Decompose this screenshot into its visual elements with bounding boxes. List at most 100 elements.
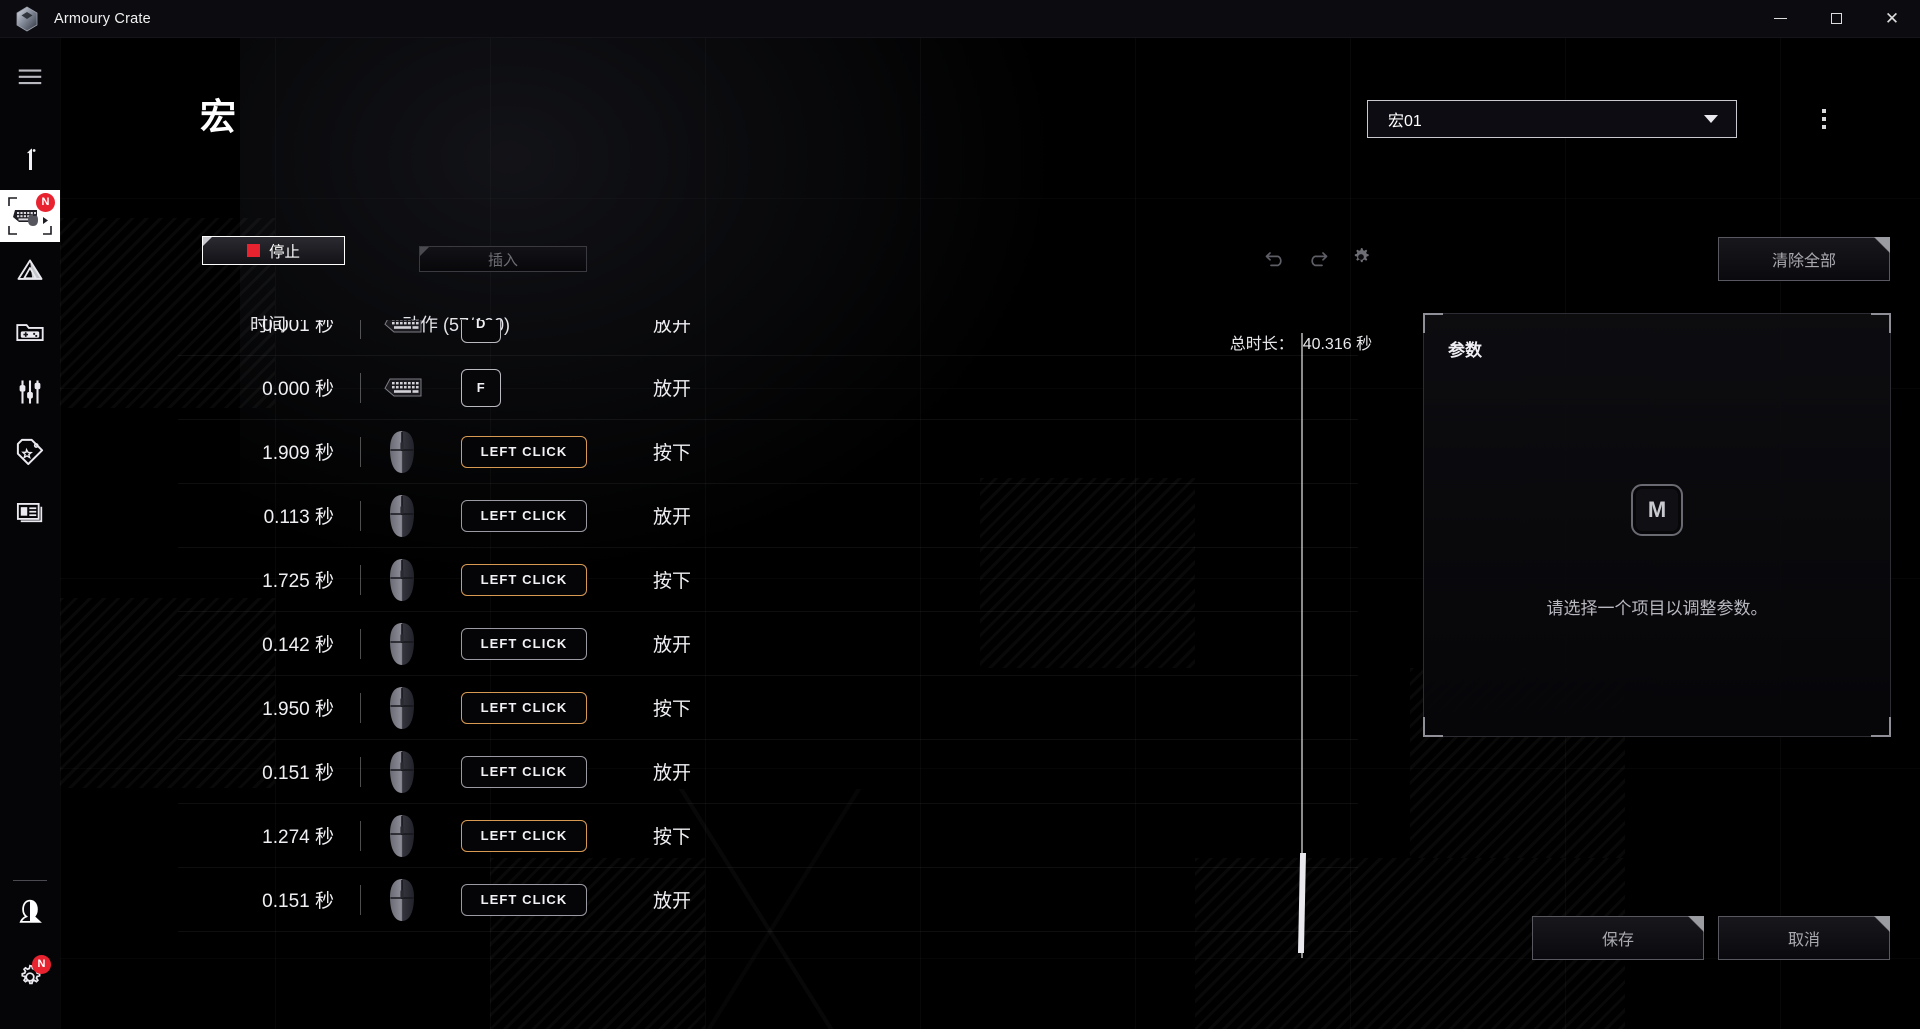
table-row[interactable]: 1.909 秒 LEFT CLICK 按下 bbox=[178, 420, 1358, 484]
close-button[interactable]: ✕ bbox=[1864, 0, 1920, 38]
table-row[interactable]: 0.113 秒 LEFT CLICK 放开 bbox=[178, 484, 1358, 548]
row-state: 按下 bbox=[653, 699, 692, 720]
corner-notch-decoration bbox=[1874, 916, 1890, 932]
hamburger-menu-button[interactable] bbox=[0, 46, 60, 108]
settings-icon-wrap: N bbox=[10, 955, 51, 997]
corner-notch-decoration bbox=[1874, 237, 1890, 253]
row-action-cell: LEFT CLICK bbox=[443, 691, 629, 724]
sidebar-item-settings[interactable]: N bbox=[0, 947, 60, 1007]
row-click-chip[interactable]: LEFT CLICK bbox=[461, 435, 587, 468]
sidebar-item-game-library[interactable] bbox=[0, 302, 60, 362]
row-click-chip[interactable]: LEFT CLICK bbox=[461, 883, 587, 916]
scrollbar-thumb[interactable] bbox=[1298, 853, 1306, 953]
macro-profile-kebab-button[interactable] bbox=[1807, 100, 1841, 138]
table-row[interactable]: 1.950 秒 LEFT CLICK 按下 bbox=[178, 676, 1358, 740]
keyboard-icon bbox=[384, 320, 422, 332]
minimize-button[interactable] bbox=[1752, 0, 1808, 38]
device-info-icon bbox=[26, 148, 36, 170]
row-time: 0.113 秒 bbox=[263, 507, 334, 528]
row-click-chip[interactable]: LEFT CLICK bbox=[461, 627, 587, 660]
row-state: 按下 bbox=[653, 827, 692, 848]
scenario-sliders-icon bbox=[19, 380, 41, 404]
row-state: 按下 bbox=[653, 443, 692, 464]
macro-settings-gear-icon bbox=[1354, 247, 1369, 263]
sidebar-item-deals[interactable] bbox=[0, 422, 60, 482]
row-time: 1.950 秒 bbox=[262, 699, 334, 720]
macro-table-rows: 0.001 秒 D 放开 0.000 秒 F 放开 1.909 秒 LEFT CLICK 按下 0… bbox=[178, 320, 1358, 932]
macro-profile-value: 宏01 bbox=[1388, 113, 1422, 130]
row-device-icon-cell bbox=[361, 375, 443, 401]
sidebar-item-keyboard-mouse[interactable]: N bbox=[0, 190, 60, 242]
row-click-chip[interactable]: LEFT CLICK bbox=[461, 691, 587, 724]
row-state: 放开 bbox=[653, 891, 692, 912]
mouse-icon bbox=[390, 558, 414, 601]
keyboard-icon bbox=[384, 378, 422, 396]
row-device-icon-cell bbox=[361, 320, 443, 337]
row-time: 0.151 秒 bbox=[262, 763, 334, 784]
row-keycap[interactable]: F bbox=[461, 368, 501, 407]
macro-settings-button[interactable] bbox=[1348, 244, 1374, 270]
mouse-icon bbox=[390, 494, 414, 537]
panel-corner-bracket bbox=[1871, 717, 1891, 737]
sidebar-item-news[interactable] bbox=[0, 482, 60, 542]
save-button[interactable]: 保存 bbox=[1532, 916, 1704, 960]
news-card-icon bbox=[16, 503, 43, 523]
mouse-icon bbox=[390, 430, 414, 473]
table-row[interactable]: 0.000 秒 F 放开 bbox=[178, 356, 1358, 420]
row-time: 1.909 秒 bbox=[262, 443, 334, 464]
save-label: 保存 bbox=[1601, 932, 1634, 949]
sidebar-bottom-group: N bbox=[0, 880, 60, 1007]
macro-list-scrollbar[interactable] bbox=[1298, 333, 1306, 958]
insert-button[interactable]: 插入 bbox=[419, 246, 587, 272]
sidebar-item-aura-sync[interactable] bbox=[0, 242, 60, 302]
row-action-cell: LEFT CLICK bbox=[443, 563, 629, 596]
undo-button[interactable] bbox=[1263, 246, 1289, 272]
panel-corner-bracket bbox=[1423, 313, 1443, 333]
stop-recording-button[interactable]: 停止 bbox=[202, 236, 345, 265]
row-device-icon-cell bbox=[361, 557, 443, 603]
cancel-button-surface: 取消 bbox=[1718, 916, 1890, 960]
row-action-cell: LEFT CLICK bbox=[443, 819, 629, 852]
table-row[interactable]: 0.151 秒 LEFT CLICK 放开 bbox=[178, 868, 1358, 932]
more-options-kebab-icon bbox=[1822, 109, 1826, 113]
row-click-chip[interactable]: LEFT CLICK bbox=[461, 499, 587, 532]
cancel-label: 取消 bbox=[1787, 932, 1820, 949]
row-device-icon-cell bbox=[361, 877, 443, 923]
sidebar-item-user-account[interactable] bbox=[0, 881, 60, 941]
redo-button[interactable] bbox=[1304, 246, 1330, 272]
table-row[interactable]: 0.151 秒 LEFT CLICK 放开 bbox=[178, 740, 1358, 804]
table-row[interactable]: 1.274 秒 LEFT CLICK 按下 bbox=[178, 804, 1358, 868]
corner-notch-decoration bbox=[1688, 916, 1704, 932]
table-row[interactable]: 1.725 秒 LEFT CLICK 按下 bbox=[178, 548, 1358, 612]
row-action-cell: LEFT CLICK bbox=[443, 499, 629, 532]
maximize-button[interactable] bbox=[1808, 0, 1864, 38]
stop-recording-label: 停止 bbox=[268, 243, 300, 261]
table-row[interactable]: 0.001 秒 D 放开 bbox=[178, 320, 1358, 356]
clear-all-button[interactable]: 清除全部 bbox=[1718, 237, 1890, 281]
table-row[interactable]: 0.142 秒 LEFT CLICK 放开 bbox=[178, 612, 1358, 676]
cancel-button[interactable]: 取消 bbox=[1718, 916, 1890, 960]
row-click-chip[interactable]: LEFT CLICK bbox=[461, 563, 587, 596]
parameter-panel-empty-state: M 请选择一个项目以调整参数。 bbox=[1424, 484, 1890, 619]
sidebar-item-device-info[interactable] bbox=[0, 130, 60, 190]
parameter-panel: 参数 M 请选择一个项目以调整参数。 bbox=[1423, 313, 1891, 737]
row-state: 按下 bbox=[653, 571, 692, 592]
row-action-cell: LEFT CLICK bbox=[443, 755, 629, 788]
macro-table-scroll-viewport[interactable]: 0.001 秒 D 放开 0.000 秒 F 放开 1.909 秒 LEFT CLICK 按下 0… bbox=[178, 320, 1358, 947]
macro-profile-select[interactable]: 宏01 bbox=[1367, 100, 1737, 138]
clear-all-button-surface: 清除全部 bbox=[1718, 237, 1890, 281]
window-controls: ✕ bbox=[1752, 0, 1920, 38]
row-keycap[interactable]: D bbox=[461, 320, 501, 343]
mouse-icon bbox=[390, 814, 414, 857]
save-button-surface: 保存 bbox=[1532, 916, 1704, 960]
aura-sync-icon bbox=[17, 259, 43, 280]
row-click-chip[interactable]: LEFT CLICK bbox=[461, 819, 587, 852]
mouse-icon bbox=[390, 750, 414, 793]
row-click-chip[interactable]: LEFT CLICK bbox=[461, 755, 587, 788]
panel-corner-bracket bbox=[1423, 717, 1443, 737]
sidebar-item-scenario-profiles[interactable] bbox=[0, 362, 60, 422]
hamburger-menu-icon bbox=[18, 69, 42, 85]
row-time: 0.000 秒 bbox=[262, 379, 334, 400]
app-title: Armoury Crate bbox=[54, 10, 151, 27]
row-device-icon-cell bbox=[361, 493, 443, 539]
